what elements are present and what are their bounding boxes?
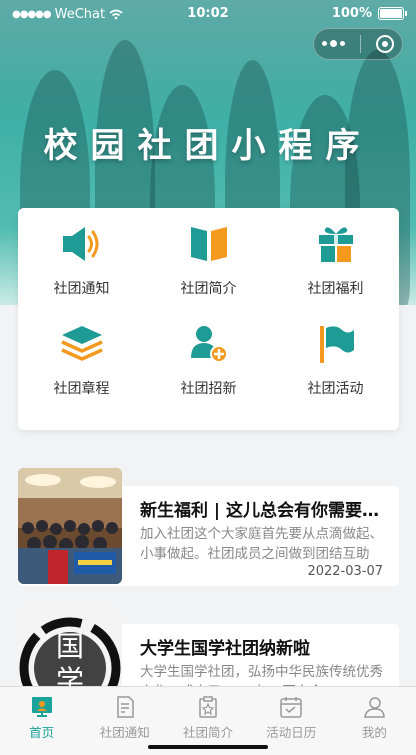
notice-icon bbox=[117, 696, 134, 718]
more-icon[interactable] bbox=[321, 40, 345, 47]
close-miniprogram-icon[interactable] bbox=[376, 35, 395, 53]
miniprogram-capsule bbox=[313, 28, 403, 60]
menu-label: 社团福利 bbox=[307, 281, 364, 297]
menu-item-charter[interactable]: 社团章程 bbox=[18, 322, 145, 422]
menu-label: 社团活动 bbox=[307, 381, 364, 397]
status-bar: ●●●●● WeChat 10:02 100% bbox=[0, 0, 416, 30]
tab-label: 活动日历 bbox=[266, 725, 317, 740]
article-card[interactable]: 新生福利 | 这儿总会有你需要的福利 加入社团这个大家庭首先要从点滴做起、小事做… bbox=[18, 468, 399, 586]
gift-icon bbox=[314, 222, 358, 266]
article-summary: 加入社团这个大家庭首先要从点滴做起、小事做起。社团成员之间做到团结互助 bbox=[140, 526, 383, 562]
tab-home[interactable]: 首页 bbox=[0, 687, 83, 755]
profile-icon bbox=[364, 697, 386, 718]
flag-icon bbox=[314, 322, 358, 366]
article-title: 新生福利 | 这儿总会有你需要的福利 bbox=[140, 501, 390, 521]
menu-item-notice[interactable]: 社团通知 bbox=[18, 222, 145, 322]
book-icon bbox=[187, 222, 231, 266]
menu-label: 社团章程 bbox=[53, 381, 110, 397]
article-thumbnail bbox=[18, 468, 122, 584]
layers-icon bbox=[60, 322, 104, 366]
menu-grid: 社团通知 社团简介 社团福利 社团章程 社团招新 社团活动 bbox=[18, 208, 399, 430]
menu-item-welfare[interactable]: 社团福利 bbox=[272, 222, 399, 322]
menu-label: 社团通知 bbox=[53, 281, 110, 297]
home-icon bbox=[31, 697, 52, 717]
banner-title: 校园社团小程序 bbox=[43, 126, 373, 166]
intro-icon bbox=[199, 696, 217, 718]
battery-icon bbox=[378, 7, 407, 20]
article-date: 2022-03-07 bbox=[307, 564, 383, 579]
tab-label: 我的 bbox=[361, 725, 387, 740]
tab-label: 社团通知 bbox=[99, 725, 150, 740]
tab-label: 社团简介 bbox=[183, 725, 234, 740]
menu-item-recruit[interactable]: 社团招新 bbox=[145, 322, 272, 422]
menu-item-activity[interactable]: 社团活动 bbox=[272, 322, 399, 422]
menu-label: 社团招新 bbox=[180, 381, 237, 397]
article-title: 大学生国学社团纳新啦 bbox=[140, 639, 310, 659]
calendar-icon bbox=[280, 697, 302, 718]
tab-label: 首页 bbox=[29, 725, 55, 740]
home-indicator bbox=[148, 745, 268, 749]
speaker-icon bbox=[60, 222, 104, 266]
tab-profile[interactable]: 我的 bbox=[333, 687, 416, 755]
recruit-icon bbox=[187, 322, 231, 366]
menu-item-intro[interactable]: 社团简介 bbox=[145, 222, 272, 322]
menu-label: 社团简介 bbox=[180, 281, 237, 297]
battery-percent: 100% bbox=[331, 6, 372, 21]
svg-text:国: 国 bbox=[56, 630, 84, 663]
